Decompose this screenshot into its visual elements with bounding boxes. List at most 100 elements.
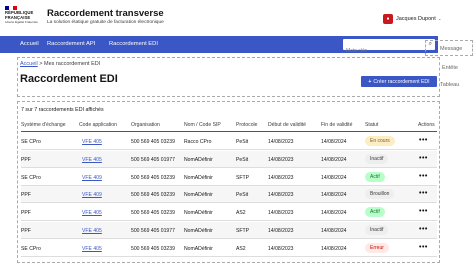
tableau-annotation: Tableau [440, 82, 460, 88]
th-nom-code-sip[interactable]: Nom / Code SIP [184, 122, 221, 128]
cell-code-application[interactable]: VFE 405 [82, 228, 102, 234]
cell-systeme: PPF [21, 156, 31, 163]
th-fin-validite[interactable]: Fin de validité [321, 122, 352, 128]
cell-protocole: AS2 [236, 210, 246, 217]
message-annotation: Message [440, 46, 463, 52]
th-statut[interactable]: Statut [365, 122, 378, 128]
cell-debut-validite: 14/08/2023 [268, 174, 294, 181]
cell-nom-code-sip: NomADéfinir [184, 192, 213, 199]
status-badge: En cours [365, 136, 395, 146]
cell-debut-validite: 14/08/2023 [268, 192, 294, 199]
cell-debut-validite: 14/08/2023 [268, 228, 294, 234]
cell-organisation: 500 569 405 01977 [131, 228, 175, 234]
breadcrumb-home-link[interactable]: Accueil [20, 61, 38, 67]
status-badge: Actif [365, 171, 385, 182]
cell-protocole: SFTP [236, 228, 250, 234]
cell-nom-code-sip: NomADéfinir [184, 245, 213, 252]
nav-item-raccordement-edi[interactable]: Raccordement EDI [109, 41, 158, 47]
table-row: SE CPro VFE 405 500 569 405 03239 Racco CPr… [21, 133, 437, 150]
cell-nom-code-sip: NomADéfinir [184, 174, 213, 181]
cell-code-application[interactable]: VFE 405 [82, 210, 102, 216]
cell-systeme: PPF [21, 228, 31, 234]
search-input[interactable] [343, 45, 423, 57]
cell-nom-code-sip: NomADéfinir [184, 210, 213, 217]
user-name: Jacques Dupont [396, 16, 436, 22]
table-row: PPF VFE 405 500 569 405 03239 NomADéfinir AS… [21, 204, 437, 222]
more-actions-icon[interactable]: ••• [419, 244, 428, 251]
table-row: SE CPro VFE 409 500 569 405 03239 NomADéfin… [21, 169, 437, 186]
cell-code-application[interactable]: VFE 409 [82, 175, 102, 181]
more-actions-icon[interactable]: ••• [419, 155, 428, 162]
cell-organisation: 500 569 405 01977 [131, 156, 175, 163]
cell-code-application[interactable]: VFE 409 [82, 192, 102, 198]
th-actions: Actions [418, 122, 435, 128]
status-badge: Inactif [365, 225, 389, 235]
cell-protocole: AS2 [236, 245, 246, 252]
user-icon: ● [383, 14, 393, 24]
cell-nom-code-sip: NomADéfinir [184, 228, 213, 234]
create-edi-button[interactable]: + Créer raccordement EDI [361, 76, 437, 87]
cell-code-application[interactable]: VFE 405 [82, 246, 102, 252]
cell-systeme: PPF [21, 210, 31, 217]
nav-item-accueil[interactable]: Accueil [20, 41, 39, 47]
breadcrumb-separator: > [39, 61, 43, 67]
breadcrumb: Accueil > Mes raccordement EDI [20, 61, 100, 67]
status-badge: Brouillon [365, 189, 395, 200]
site-title[interactable]: Raccordement transverse [47, 8, 164, 19]
app-root: RÉPUBLIQUE FRANÇAISE Liberté Égalité Fra… [0, 0, 475, 270]
table-count: 7 sur 7 raccordements EDI affichés [21, 107, 104, 113]
cell-fin-validite: 14/08/2024 [321, 210, 347, 217]
more-actions-icon[interactable]: ••• [419, 190, 428, 197]
cell-fin-validite: 14/08/2024 [321, 245, 347, 252]
entete-annotation: Entête [442, 65, 458, 71]
cell-debut-validite: 14/08/2023 [268, 210, 294, 217]
cell-debut-validite: 14/08/2023 [268, 139, 294, 145]
cell-code-application[interactable]: VFE 405 [82, 139, 102, 145]
th-debut-validite[interactable]: Début de validité [268, 122, 306, 128]
table-row: PPF VFE 409 500 569 405 03239 NomADéfinir Pe… [21, 186, 437, 204]
chevron-down-icon: ⌄ [437, 16, 442, 21]
cell-fin-validite: 14/08/2024 [321, 139, 347, 145]
site-header: RÉPUBLIQUE FRANÇAISE Liberté Égalité Fra… [0, 0, 475, 36]
cell-systeme: PPF [21, 192, 31, 199]
cell-systeme: SE CPro [21, 139, 41, 145]
cell-systeme: SE CPro [21, 245, 41, 252]
breadcrumb-current: Mes raccordement EDI [44, 61, 101, 67]
more-actions-icon[interactable]: ••• [419, 137, 428, 144]
more-actions-icon[interactable]: ••• [419, 173, 428, 180]
th-systeme[interactable]: Système d'échange [21, 122, 66, 128]
main-nav: Accueil Raccordement API Raccordement ED… [0, 36, 438, 57]
th-code-application[interactable]: Code application [79, 122, 117, 128]
table-header: Système d'échange Code application Organ… [21, 122, 437, 132]
th-organisation[interactable]: Organisation [131, 122, 160, 128]
site-tagline: La solution étatique gratuite de factura… [47, 20, 164, 25]
cell-protocole: PeSit [236, 156, 249, 163]
cell-fin-validite: 14/08/2024 [321, 156, 347, 163]
cell-code-application[interactable]: VFE 405 [82, 157, 102, 163]
cell-organisation: 500 569 405 03239 [131, 210, 175, 217]
user-menu[interactable]: ● Jacques Dupont ⌄ [383, 14, 442, 24]
page-title: Raccordement EDI [20, 73, 118, 85]
cell-organisation: 500 569 405 03239 [131, 174, 175, 181]
cell-fin-validite: 14/08/2024 [321, 228, 347, 234]
table-row: PPF VFE 405 500 569 405 01977 NomADéfinir SF… [21, 222, 437, 239]
table-row: SE CPro VFE 405 500 569 405 03239 NomADéfin… [21, 240, 437, 257]
cell-organisation: 500 569 405 03239 [131, 139, 175, 145]
cell-protocole: SFTP [236, 174, 250, 181]
cell-protocole: PeSit [236, 139, 249, 145]
more-actions-icon[interactable]: ••• [419, 226, 428, 233]
plus-icon: + [368, 78, 372, 85]
table-row: PPF VFE 405 500 569 405 01977 NomADéfinir Pe… [21, 150, 437, 168]
status-badge: Erreur [365, 242, 389, 253]
status-badge: Inactif [365, 153, 389, 164]
create-edi-button-label: Créer raccordement EDI [373, 78, 430, 85]
republique-francaise-logo[interactable]: RÉPUBLIQUE FRANÇAISE Liberté Égalité Fra… [5, 6, 39, 32]
cell-organisation: 500 569 405 03239 [131, 245, 175, 252]
more-actions-icon[interactable]: ••• [419, 208, 428, 215]
cell-fin-validite: 14/08/2024 [321, 174, 347, 181]
th-protocole[interactable]: Protocole [236, 122, 258, 128]
cell-fin-validite: 14/08/2024 [321, 192, 347, 199]
cell-debut-validite: 14/08/2023 [268, 245, 294, 252]
nav-item-raccordement-api[interactable]: Raccordement API [47, 41, 95, 47]
cell-debut-validite: 14/08/2023 [268, 156, 294, 163]
